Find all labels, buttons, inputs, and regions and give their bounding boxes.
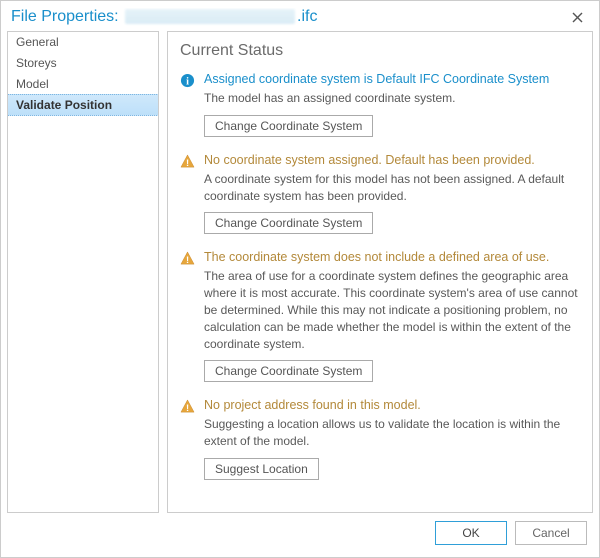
close-button[interactable] [565, 5, 589, 29]
status-description: The model has an assigned coordinate sys… [204, 90, 580, 107]
main-panel: Current Status i Assigned coordinate sys… [167, 31, 593, 513]
button-label: Change Coordinate System [215, 364, 362, 378]
change-coordinate-system-button[interactable]: Change Coordinate System [204, 212, 373, 234]
status-description: The area of use for a coordinate system … [204, 268, 580, 352]
title-prefix: File Properties: [11, 8, 119, 25]
status-title: No coordinate system assigned. Default h… [204, 153, 580, 167]
change-coordinate-system-button[interactable]: Change Coordinate System [204, 115, 373, 137]
svg-text:!: ! [186, 256, 189, 266]
title-filename-redacted [125, 9, 295, 24]
status-block: ! No coordinate system assigned. Default… [180, 153, 580, 235]
svg-text:i: i [186, 76, 189, 87]
status-title: Assigned coordinate system is Default IF… [204, 72, 580, 86]
svg-text:!: ! [186, 404, 189, 414]
title-suffix: .ifc [297, 8, 317, 25]
sidebar-item-label: General [16, 35, 59, 49]
suggest-location-button[interactable]: Suggest Location [204, 458, 319, 480]
status-content: No project address found in this model. … [198, 398, 580, 480]
status-description: Suggesting a location allows us to valid… [204, 416, 580, 450]
sidebar-item-label: Model [16, 77, 49, 91]
svg-text:!: ! [186, 158, 189, 168]
close-icon [572, 12, 583, 23]
dialog-body: General Storeys Model Validate Position … [1, 31, 599, 513]
status-description: A coordinate system for this model has n… [204, 171, 580, 205]
button-label: Change Coordinate System [215, 119, 362, 133]
sidebar-item-model[interactable]: Model [8, 74, 158, 95]
ok-button[interactable]: OK [435, 521, 507, 545]
change-coordinate-system-button[interactable]: Change Coordinate System [204, 360, 373, 382]
button-label: Change Coordinate System [215, 216, 362, 230]
status-content: Assigned coordinate system is Default IF… [198, 72, 580, 137]
sidebar: General Storeys Model Validate Position [7, 31, 159, 513]
section-heading: Current Status [180, 42, 580, 60]
sidebar-item-validate-position[interactable]: Validate Position [7, 94, 159, 116]
button-label: Cancel [532, 526, 569, 540]
sidebar-item-label: Storeys [16, 56, 57, 70]
button-label: Suggest Location [215, 462, 308, 476]
dialog-footer: OK Cancel [1, 513, 599, 553]
sidebar-item-storeys[interactable]: Storeys [8, 53, 158, 74]
warning-icon: ! [180, 153, 198, 235]
sidebar-item-label: Validate Position [16, 98, 112, 112]
status-title: No project address found in this model. [204, 398, 580, 412]
status-title: The coordinate system does not include a… [204, 250, 580, 264]
cancel-button[interactable]: Cancel [515, 521, 587, 545]
warning-icon: ! [180, 398, 198, 480]
status-block: ! No project address found in this model… [180, 398, 580, 480]
status-block: i Assigned coordinate system is Default … [180, 72, 580, 137]
info-icon: i [180, 72, 198, 137]
status-block: ! The coordinate system does not include… [180, 250, 580, 382]
window-title: File Properties: .ifc [11, 8, 318, 26]
titlebar: File Properties: .ifc [1, 1, 599, 31]
warning-icon: ! [180, 250, 198, 382]
sidebar-item-general[interactable]: General [8, 32, 158, 53]
status-content: The coordinate system does not include a… [198, 250, 580, 382]
button-label: OK [462, 526, 479, 540]
status-content: No coordinate system assigned. Default h… [198, 153, 580, 235]
